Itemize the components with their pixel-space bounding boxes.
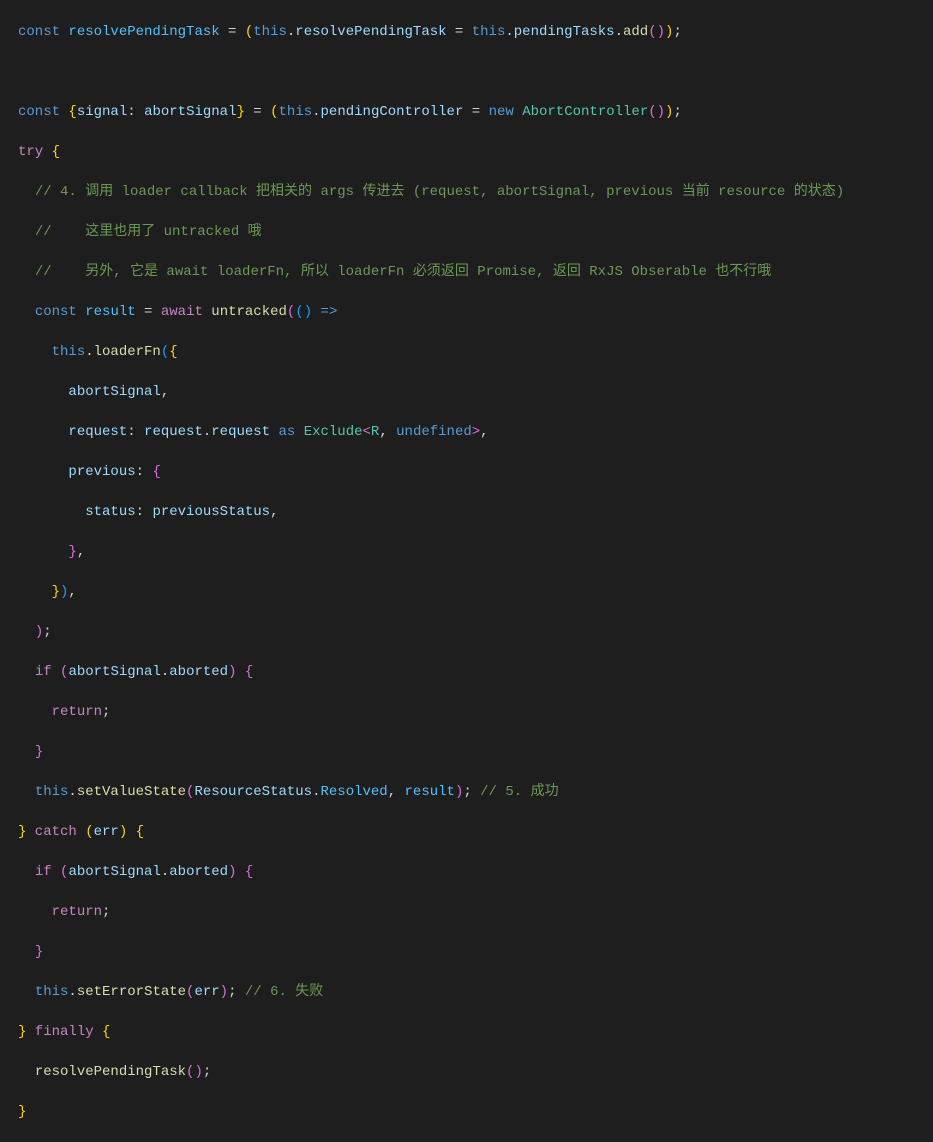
code-line [18,62,933,82]
code-line: resolvePendingTask(); [18,1062,933,1082]
code-line: abortSignal, [18,382,933,402]
code-line: this.loaderFn({ [18,342,933,362]
code-line: } [18,742,933,762]
code-line: const {signal: abortSignal} = (this.pend… [18,102,933,122]
code-line: // 这里也用了 untracked 哦 [18,222,933,242]
code-line: return; [18,702,933,722]
code-line: // 4. 调用 loader callback 把相关的 args 传进去 (… [18,182,933,202]
code-line: }, [18,542,933,562]
code-line: this.setErrorState(err); // 6. 失败 [18,982,933,1002]
code-line: } [18,942,933,962]
code-line: try { [18,142,933,162]
code-line: if (abortSignal.aborted) { [18,662,933,682]
comment: // 5. 成功 [480,782,558,802]
code-line: if (abortSignal.aborted) { [18,862,933,882]
comment: // 另外, 它是 await loaderFn, 所以 loaderFn 必须… [35,262,771,282]
code-line: this.setValueState(ResourceStatus.Resolv… [18,782,933,802]
comment: // 这里也用了 untracked 哦 [35,222,262,242]
code-line: }), [18,582,933,602]
code-line: previous: { [18,462,933,482]
code-line: status: previousStatus, [18,502,933,522]
code-line: } finally { [18,1022,933,1042]
comment: // 6. 失败 [245,982,323,1002]
var-name: resolvePendingTask [68,22,219,42]
code-line: } [18,1102,933,1122]
code-line: const result = await untracked(() => [18,302,933,322]
code-line: ); [18,622,933,642]
code-line: // 另外, 它是 await loaderFn, 所以 loaderFn 必须… [18,262,933,282]
code-line: request: request.request as Exclude<R, u… [18,422,933,442]
code-line: } catch (err) { [18,822,933,842]
comment: // 4. 调用 loader callback 把相关的 args 传进去 (… [35,182,844,202]
code-line: return; [18,902,933,922]
code-editor[interactable]: const resolvePendingTask = (this.resolve… [0,0,933,1142]
code-line: const resolvePendingTask = (this.resolve… [18,22,933,42]
keyword-const: const [18,22,60,42]
